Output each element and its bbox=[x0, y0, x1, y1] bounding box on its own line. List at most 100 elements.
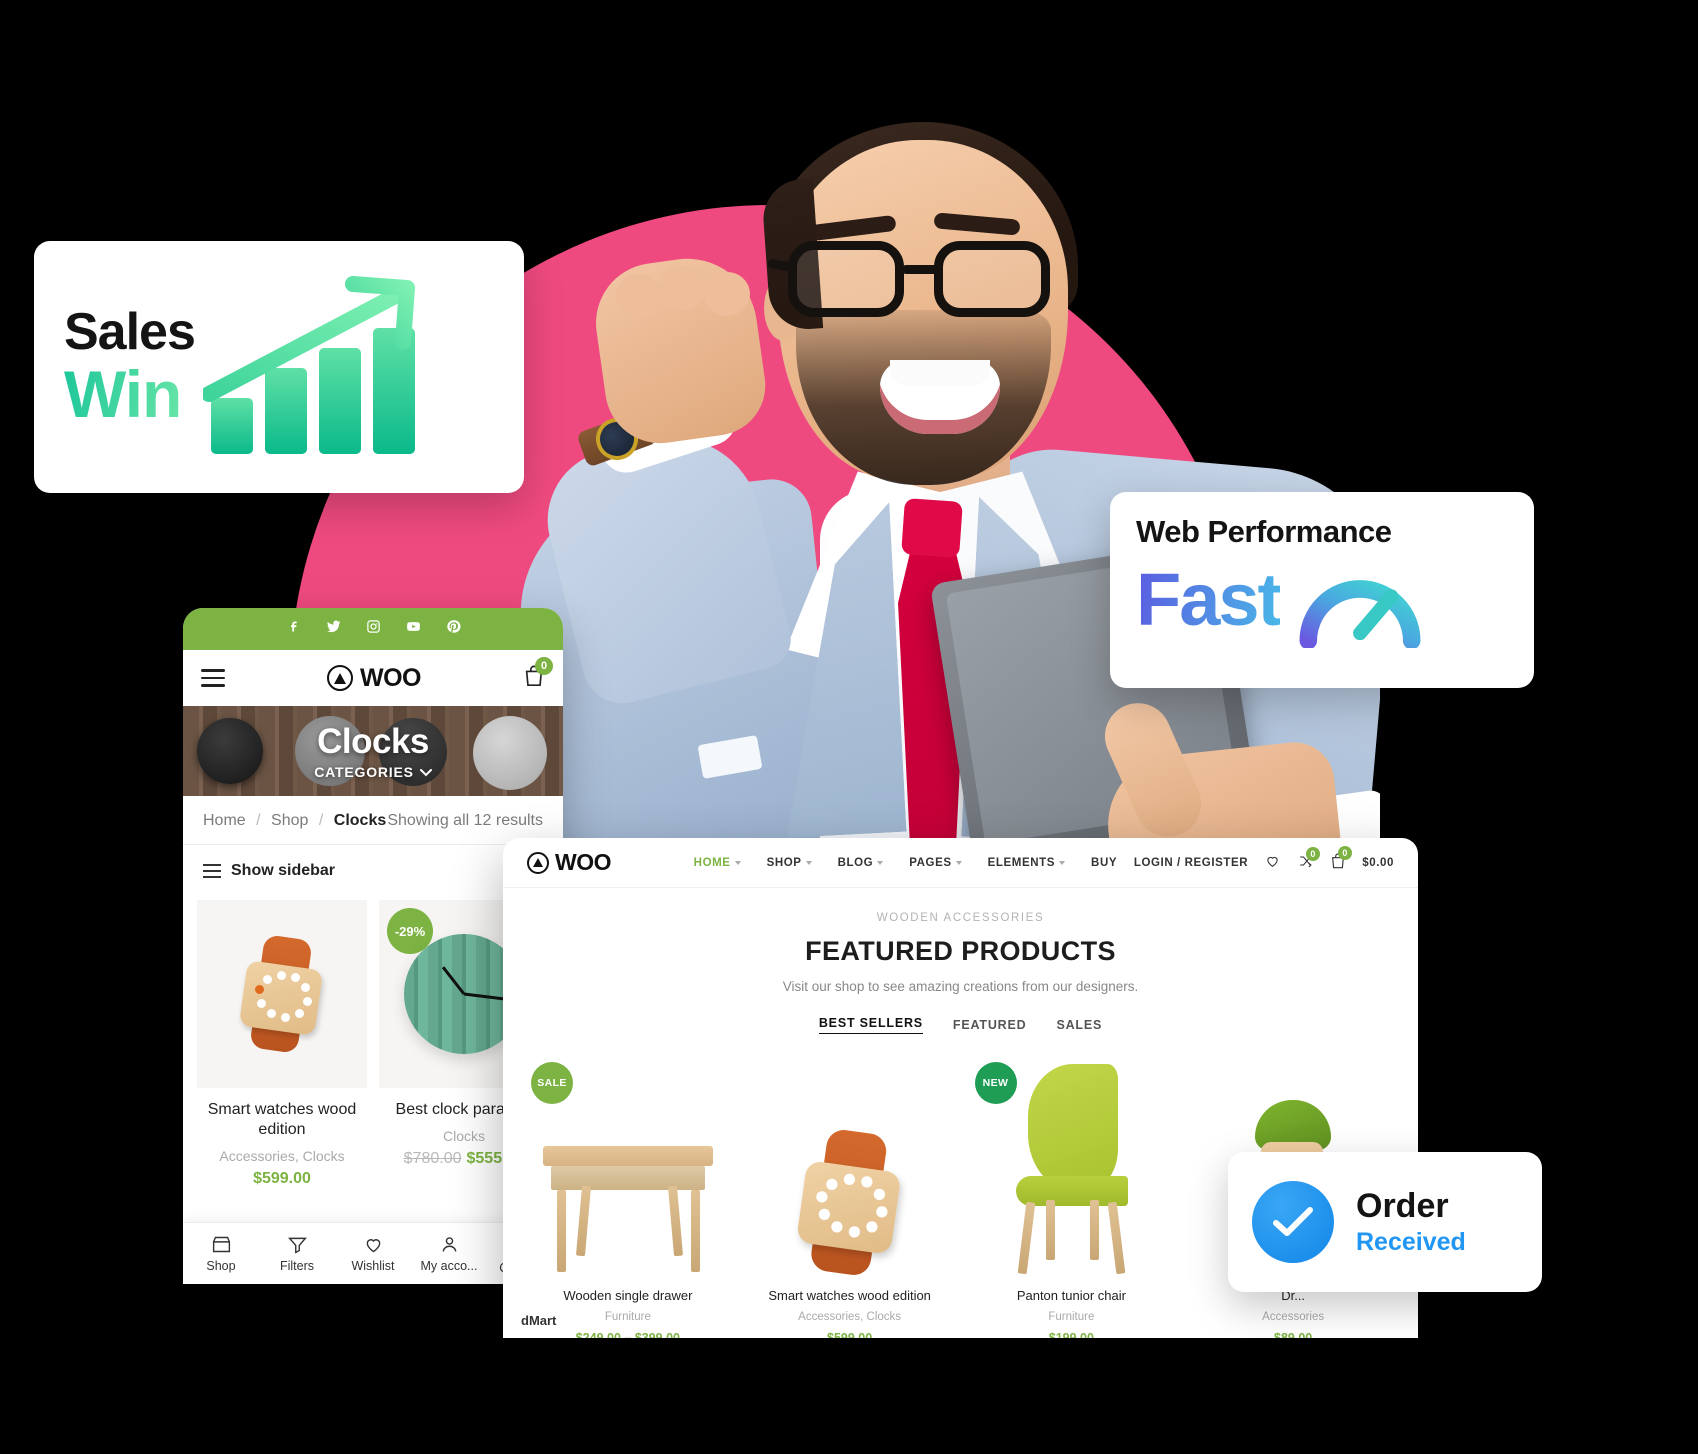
login-register-link[interactable]: LOGIN / REGISTER bbox=[1134, 857, 1248, 869]
chevron-down-icon bbox=[734, 860, 741, 865]
phone-category-hero: Clocks CATEGORIES bbox=[183, 706, 563, 796]
phone-product-name: Smart watches wood edition bbox=[207, 1101, 357, 1138]
menu-icon[interactable] bbox=[201, 664, 225, 692]
twitter-icon[interactable] bbox=[325, 619, 342, 639]
growth-chart-icon bbox=[200, 272, 494, 462]
phone-header: WOO 0 bbox=[183, 650, 563, 706]
desktop-product-name: Smart watches wood edition bbox=[768, 1288, 931, 1303]
nav-item-elements-label: ELEMENTS bbox=[987, 856, 1056, 869]
phone-breadcrumb-row: Home / Shop / Clocks Showing all 12 resu… bbox=[183, 796, 563, 845]
wood-watch-illustration bbox=[223, 934, 341, 1054]
desktop-product-name: Panton tunior chair bbox=[1016, 1288, 1126, 1303]
nav-item-buy-label: BUY bbox=[1091, 856, 1118, 869]
nav-item-blog-label: BLOG bbox=[837, 856, 874, 869]
tab-featured[interactable]: FEATURED bbox=[953, 1018, 1027, 1032]
desktop-logo-text: WOO bbox=[555, 849, 612, 875]
breadcrumb-current: Clocks bbox=[333, 812, 387, 829]
desktop-footer-tag: dMart bbox=[521, 1313, 557, 1328]
desktop-product-price: $249.00 – $399.00 bbox=[575, 1331, 681, 1338]
sales-win-card: Sales Win bbox=[34, 241, 524, 493]
nav-item-pages-label: PAGES bbox=[909, 856, 952, 869]
woo-mark-icon bbox=[527, 851, 549, 874]
nav-item-shop[interactable]: SHOP bbox=[767, 857, 812, 869]
desktop-product-category: Furniture bbox=[1048, 1311, 1095, 1323]
desktop-main-nav: HOME SHOP BLOG PAGES ELEMENTS BUY bbox=[677, 857, 1134, 869]
nav-item-pages[interactable]: PAGES bbox=[909, 856, 962, 869]
wooden-drawer-illustration bbox=[542, 1124, 713, 1274]
nav-item-blog[interactable]: BLOG bbox=[838, 857, 884, 869]
eyeglasses bbox=[767, 235, 1082, 325]
desktop-product-price: $599.00 bbox=[827, 1331, 873, 1338]
desktop-product-card[interactable]: NEW Panton tunior chair Furniture $199.0… bbox=[961, 1056, 1183, 1338]
chevron-down-icon bbox=[1059, 860, 1066, 865]
nav-item-shop-label: SHOP bbox=[766, 856, 802, 869]
breadcrumb: Home / Shop / Clocks bbox=[203, 812, 386, 830]
chevron-down-icon bbox=[955, 860, 962, 865]
section-title: FEATURED PRODUCTS bbox=[805, 936, 1116, 966]
sales-card-line1: Sales bbox=[64, 303, 196, 362]
breadcrumb-home[interactable]: Home bbox=[203, 812, 246, 829]
phone-cart-button[interactable]: 0 bbox=[523, 656, 553, 693]
web-performance-title: Web Performance bbox=[1136, 514, 1392, 549]
pinterest-icon[interactable] bbox=[446, 619, 461, 639]
bottom-nav-account-label: My acco... bbox=[420, 1259, 478, 1273]
phone-social-bar bbox=[183, 608, 563, 650]
youtube-icon[interactable] bbox=[405, 619, 422, 639]
heart-icon[interactable] bbox=[1264, 853, 1281, 872]
bottom-nav-wishlist[interactable]: Wishlist bbox=[335, 1234, 411, 1273]
businessman-photo bbox=[520, 60, 1380, 860]
phone-product-category: Accessories, Clocks bbox=[219, 1148, 345, 1164]
desktop-product-card[interactable]: Smart watches wood edition Accessories, … bbox=[739, 1056, 961, 1338]
phone-logo[interactable]: WOO bbox=[327, 664, 422, 693]
nav-item-home[interactable]: HOME bbox=[694, 857, 741, 869]
desktop-product-category: Furniture bbox=[604, 1311, 651, 1323]
nav-item-elements[interactable]: ELEMENTS bbox=[987, 856, 1066, 869]
desktop-header: WOO HOME SHOP BLOG PAGES ELEMENTS BUY LO… bbox=[503, 838, 1418, 888]
show-sidebar-button[interactable]: Show sidebar bbox=[203, 860, 335, 882]
woo-mark-icon bbox=[327, 665, 353, 691]
order-card-line1: Order bbox=[1356, 1187, 1449, 1226]
chevron-down-icon bbox=[805, 860, 812, 865]
cart-count-badge: 0 bbox=[1338, 846, 1353, 860]
order-received-card: Order Received bbox=[1228, 1152, 1542, 1292]
desktop-product-category: Accessories, Clocks bbox=[798, 1311, 902, 1323]
tab-sales[interactable]: SALES bbox=[1056, 1018, 1102, 1032]
bottom-nav-filters[interactable]: Filters bbox=[259, 1234, 335, 1273]
sales-card-line2: Win bbox=[64, 359, 195, 429]
bottom-nav-wishlist-label: Wishlist bbox=[351, 1259, 395, 1273]
bottom-nav-account[interactable]: My acco... bbox=[411, 1234, 487, 1273]
compare-icon[interactable]: 0 bbox=[1297, 847, 1321, 872]
desktop-product-category: Accessories bbox=[1262, 1311, 1325, 1323]
desktop-product-image: NEW bbox=[971, 1056, 1173, 1275]
phone-product-card[interactable]: Smart watches wood edition Accessories, … bbox=[197, 900, 367, 1188]
phone-results-count: Showing all 12 results bbox=[387, 812, 543, 829]
phone-cart-badge: 0 bbox=[535, 656, 553, 675]
phone-categories-toggle[interactable]: CATEGORIES bbox=[314, 764, 432, 780]
desktop-product-card[interactable]: SALE Wooden single drawer Furniture $249… bbox=[517, 1056, 739, 1338]
chevron-down-icon bbox=[419, 764, 432, 780]
tab-best-sellers[interactable]: BEST SELLERS bbox=[818, 1016, 923, 1034]
bottom-nav-filters-label: Filters bbox=[279, 1259, 315, 1273]
breadcrumb-sep: / bbox=[256, 812, 261, 829]
section-eyebrow: WOODEN ACCESSORIES bbox=[876, 912, 1045, 924]
nav-item-buy[interactable]: BUY bbox=[1091, 857, 1117, 869]
product-tabs: BEST SELLERS FEATURED SALES bbox=[503, 1016, 1418, 1034]
panton-chair-illustration bbox=[1006, 1064, 1136, 1275]
facebook-icon[interactable] bbox=[286, 619, 301, 639]
cart-icon[interactable]: 0 bbox=[1330, 846, 1353, 873]
wood-watch-illustration bbox=[776, 1127, 924, 1278]
breadcrumb-shop[interactable]: Shop bbox=[271, 812, 308, 829]
check-circle-icon bbox=[1252, 1181, 1334, 1263]
desktop-product-name: Wooden single drawer bbox=[563, 1288, 693, 1303]
phone-hero-title: Clocks bbox=[317, 722, 429, 761]
show-sidebar-label: Show sidebar bbox=[231, 861, 336, 879]
compare-count-badge: 0 bbox=[1306, 847, 1321, 861]
instagram-icon[interactable] bbox=[366, 619, 381, 639]
desktop-logo[interactable]: WOO bbox=[527, 849, 677, 876]
order-card-line2: Received bbox=[1356, 1227, 1466, 1256]
hero-composition: Sales Win Web Performance Fast WOO 0 Clo… bbox=[0, 0, 1698, 1454]
speedometer-gauge-icon bbox=[1294, 552, 1426, 650]
bottom-nav-shop[interactable]: Shop bbox=[183, 1234, 259, 1273]
desktop-product-image: SALE bbox=[527, 1056, 729, 1274]
sidebar-bars-icon bbox=[203, 860, 221, 882]
